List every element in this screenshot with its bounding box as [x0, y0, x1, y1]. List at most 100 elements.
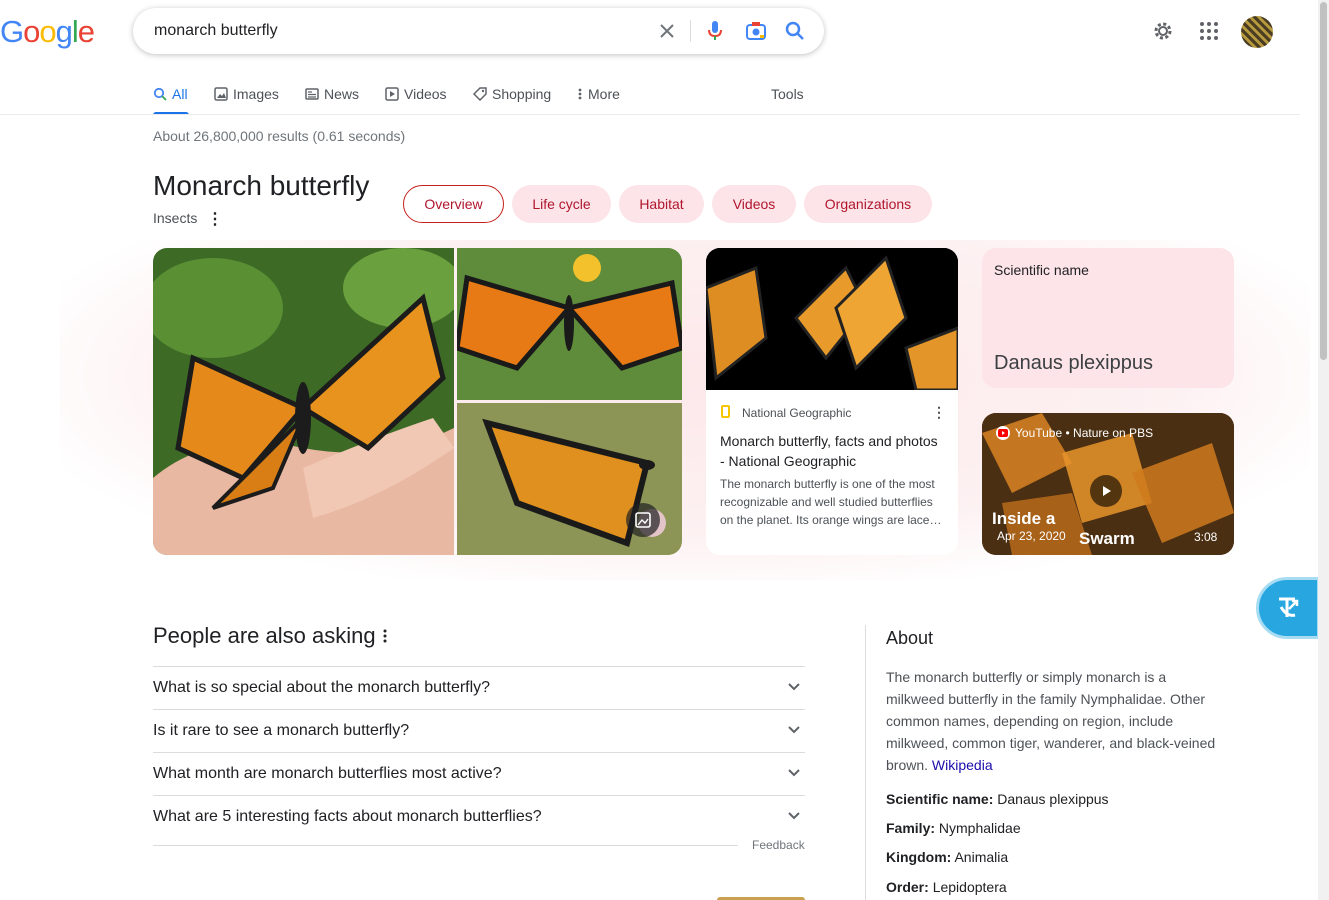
fact-value[interactable]: Danaus plexippus: [997, 791, 1108, 807]
chip-organizations[interactable]: Organizations: [804, 185, 932, 223]
chip-videos[interactable]: Videos: [712, 185, 796, 223]
tab-news[interactable]: News: [305, 84, 359, 104]
news-icon: [305, 88, 319, 100]
logo-letter: o: [39, 14, 56, 49]
tab-label: Shopping: [492, 86, 552, 102]
video-source: YouTube • Nature on PBS: [996, 426, 1153, 440]
people-also-ask-heading: People are also asking: [153, 623, 388, 649]
video-caption-line-2: Swarm: [1079, 529, 1135, 548]
clear-icon[interactable]: [655, 19, 679, 43]
tab-label: All: [172, 86, 188, 102]
apps-grid-icon[interactable]: [1196, 18, 1222, 44]
tab-more[interactable]: More: [577, 84, 620, 104]
translate-icon: [1279, 597, 1299, 617]
tools-button[interactable]: Tools: [771, 84, 804, 104]
tab-label: News: [324, 86, 360, 102]
logo-letter: g: [55, 14, 73, 49]
account-avatar[interactable]: [1241, 16, 1273, 48]
search-icon: [153, 87, 167, 101]
divider: [690, 20, 691, 42]
fact-key: Kingdom:: [886, 849, 952, 865]
paa-divider: [153, 845, 738, 846]
tab-label: Videos: [404, 86, 447, 102]
scientific-name-label: Scientific name: [994, 262, 1089, 278]
youtube-icon: [996, 426, 1010, 440]
fact-row: Scientific name: Danaus plexippus: [886, 791, 1109, 807]
logo-letter: G: [0, 14, 24, 49]
paa-title-text: People are also asking: [153, 623, 376, 648]
chip-life-cycle[interactable]: Life cycle: [512, 185, 611, 223]
feedback-link[interactable]: Feedback: [752, 838, 805, 852]
paa-question-row[interactable]: What month are monarch butterflies most …: [153, 752, 805, 796]
floating-action-button[interactable]: [1256, 577, 1320, 639]
paa-question-row[interactable]: Is it rare to see a monarch butterfly?: [153, 709, 805, 753]
more-vert-icon[interactable]: [382, 628, 388, 644]
video-card[interactable]: YouTube • Nature on PBS Inside a Swarm A…: [982, 413, 1234, 555]
play-icon: [385, 87, 399, 101]
scrollbar-thumb[interactable]: [1320, 2, 1327, 360]
tab-label: Images: [233, 86, 279, 102]
google-logo[interactable]: Google: [0, 14, 95, 50]
chevron-down-icon: [788, 683, 800, 691]
entity-subtitle: Insects: [153, 210, 198, 226]
scientific-name-card[interactable]: Scientific name Danaus plexippus: [982, 248, 1234, 388]
butterfly-image-bottom-right[interactable]: [457, 403, 682, 555]
chip-habitat[interactable]: Habitat: [619, 185, 704, 223]
video-duration: 3:08: [1194, 530, 1218, 544]
video-source-text: YouTube • Nature on PBS: [1015, 426, 1154, 440]
result-stats: About 26,800,000 results (0.61 seconds): [153, 128, 406, 144]
tab-label: More: [588, 86, 620, 102]
fact-key: Order:: [886, 879, 929, 895]
entity-title: Monarch butterfly: [153, 170, 370, 201]
mic-icon[interactable]: [703, 19, 727, 43]
wikipedia-link[interactable]: Wikipedia: [932, 757, 993, 773]
tab-images[interactable]: Images: [214, 84, 279, 104]
video-caption-line-1: Inside a: [992, 509, 1056, 528]
fact-value[interactable]: Animalia: [954, 849, 1008, 865]
chevron-down-icon: [788, 769, 800, 777]
tab-videos[interactable]: Videos: [385, 84, 447, 104]
chevron-down-icon: [788, 726, 800, 734]
tools-label: Tools: [771, 86, 804, 102]
paa-question: What is so special about the monarch but…: [153, 679, 491, 696]
fact-row: Order: Lepidoptera: [886, 879, 1007, 895]
view-images-icon[interactable]: [626, 503, 660, 537]
camera-lens-icon[interactable]: [744, 19, 768, 43]
header-divider: [0, 114, 1300, 115]
about-divider: [865, 625, 866, 900]
fact-value[interactable]: Nymphalidae: [939, 820, 1021, 836]
about-heading: About: [886, 628, 934, 648]
tab-all[interactable]: All: [153, 84, 188, 104]
search-icon[interactable]: [783, 19, 807, 43]
more-vert-icon: [578, 88, 582, 100]
image-icon: [214, 87, 228, 101]
settings-gear-icon[interactable]: [1150, 18, 1176, 44]
paa-question: What month are monarch butterflies most …: [153, 765, 502, 782]
article-source: National Geographic: [742, 406, 852, 420]
more-vert-icon[interactable]: ⋮: [932, 404, 946, 421]
natgeo-favicon-icon: [721, 405, 730, 418]
logo-letter: o: [23, 14, 40, 49]
search-box[interactable]: monarch butterfly: [133, 8, 824, 54]
fact-row: Family: Nymphalidae: [886, 820, 1021, 836]
scientific-name-value: Danaus plexippus: [994, 352, 1153, 374]
paa-question-row[interactable]: What are 5 interesting facts about monar…: [153, 795, 805, 839]
paa-question: Is it rare to see a monarch butterfly?: [153, 722, 410, 739]
butterfly-image-top-right[interactable]: [457, 248, 682, 400]
fact-row: Kingdom: Animalia: [886, 849, 1008, 865]
search-input[interactable]: monarch butterfly: [154, 22, 278, 40]
logo-letter: e: [77, 14, 95, 49]
fact-value[interactable]: Lepidoptera: [933, 879, 1007, 895]
butterfly-image-main[interactable]: [153, 248, 454, 555]
article-title[interactable]: Monarch butterfly, facts and photos - Na…: [720, 431, 946, 471]
video-date: Apr 23, 2020: [997, 529, 1066, 543]
chip-overview[interactable]: Overview: [403, 185, 504, 223]
more-options-icon[interactable]: ⋮: [207, 209, 223, 229]
tab-shopping[interactable]: Shopping: [473, 84, 551, 104]
tag-icon: [473, 87, 487, 101]
about-description: The monarch butterfly or simply monarch …: [886, 666, 1226, 776]
article-image: [706, 248, 958, 392]
article-card[interactable]: National Geographic ⋮ Monarch butterfly,…: [706, 248, 958, 555]
paa-question-row[interactable]: What is so special about the monarch but…: [153, 666, 805, 710]
play-icon[interactable]: [1090, 475, 1122, 507]
